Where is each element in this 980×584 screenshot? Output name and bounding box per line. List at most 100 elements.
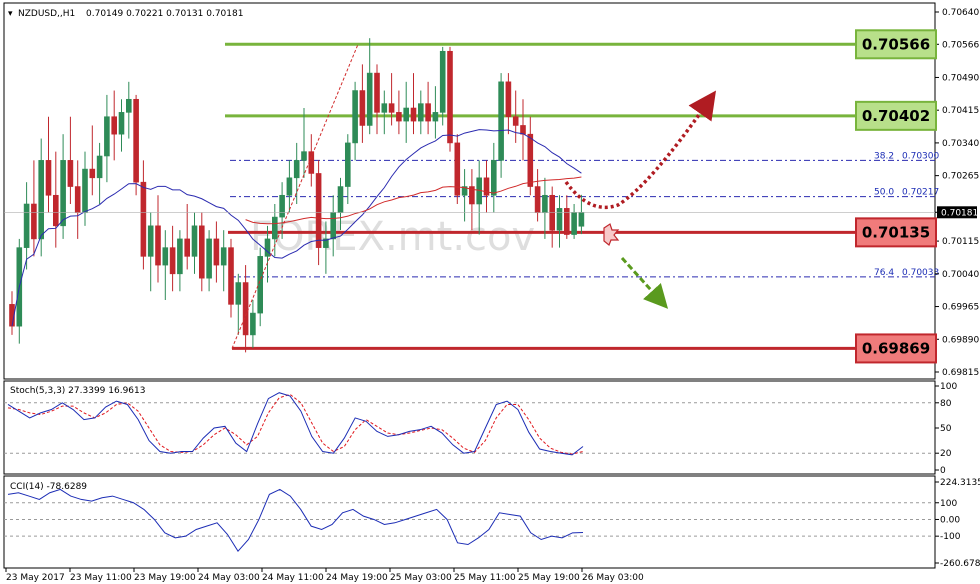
candle-body	[118, 112, 125, 135]
candle-body	[330, 212, 337, 240]
candle-body	[432, 112, 439, 122]
level-tag-text: 0.69869	[862, 339, 930, 357]
candle-body	[366, 72, 373, 126]
candle-body	[96, 155, 103, 179]
candle-body	[520, 125, 526, 135]
candle-body	[315, 173, 322, 248]
candle-body	[111, 116, 117, 135]
candle-body	[23, 203, 30, 248]
level-tag-text: 0.70566	[862, 35, 930, 53]
cci-axis: 224.3135 100 0.00 -100 -260.6785	[935, 478, 980, 569]
candle-body	[286, 177, 293, 196]
candle-body	[490, 160, 497, 196]
candle-body	[104, 116, 110, 157]
candle-body	[155, 225, 161, 266]
candle-body	[381, 103, 388, 113]
time-tick-label: 26 May 03:00	[582, 573, 644, 583]
candle-body	[31, 203, 37, 240]
time-tick-label: 24 May 11:00	[262, 573, 324, 583]
fib-price: 0.70300	[902, 151, 939, 161]
candle-body	[52, 194, 59, 227]
current-price-label: 0.70181	[941, 208, 978, 218]
level-tag-text: 0.70135	[862, 223, 930, 241]
candle-body	[556, 208, 563, 231]
candle-body	[512, 116, 519, 126]
cci-tick-label: -260.6785	[940, 559, 980, 569]
candle-body	[228, 247, 234, 305]
candle-body	[191, 225, 198, 257]
candle-body	[271, 216, 278, 240]
candle-body	[242, 282, 249, 336]
candle-body	[140, 181, 147, 257]
stochastic-axis: 100 80 50 20 0	[935, 382, 957, 476]
fib-pct: 38.2	[874, 151, 894, 161]
price-tick-label: 0.70340	[942, 139, 979, 149]
candle-body	[220, 247, 227, 266]
time-axis: 23 May 2017 23 May 11:00 23 May 19:00 24 Ma…	[5, 568, 644, 583]
price-tick-label: 0.70115	[942, 237, 979, 247]
candle-body	[396, 112, 402, 122]
candle-body	[38, 160, 45, 240]
stoch-tick-label: 0	[940, 466, 946, 476]
price-tick-label: 0.70566	[942, 40, 979, 50]
time-tick-label: 23 May 2017	[6, 573, 65, 583]
candle-body	[89, 168, 96, 179]
fib-price: 0.70033	[902, 268, 939, 278]
candle-body	[344, 142, 351, 187]
candle-body	[439, 50, 446, 113]
candle-body	[184, 238, 190, 257]
candle-body	[388, 103, 395, 113]
symbol-label: NZDUSD,,H1	[18, 9, 75, 19]
candle-body	[293, 160, 300, 179]
time-tick-label: 25 May 19:00	[518, 573, 580, 583]
candle-body	[60, 160, 66, 227]
candle-body	[199, 225, 205, 279]
candle-body	[374, 72, 380, 113]
candle-body	[571, 212, 577, 235]
candle-body	[67, 160, 74, 187]
candle-body	[279, 194, 285, 218]
candle-body	[578, 211, 585, 227]
candle-body	[82, 168, 88, 214]
candle-body	[403, 107, 410, 122]
time-tick-label: 25 May 11:00	[454, 573, 516, 583]
chart-canvas: FOREX.mt.cov ▾ NZDUSD,,H1 0.70149 0.7022…	[3, 2, 980, 583]
price-tick-label: 0.69890	[942, 335, 979, 345]
candle-body	[74, 186, 81, 214]
candle-body	[542, 194, 548, 214]
ohlc-readout: 0.70149 0.70221 0.70131 0.70181	[86, 9, 243, 19]
candle-body	[410, 107, 417, 122]
cci-panel-frame	[3, 475, 936, 569]
stoch-tick-label: 20	[940, 449, 952, 459]
candle-body	[337, 186, 344, 214]
candle-body	[206, 238, 212, 279]
cci-tick-label: 0.00	[940, 515, 960, 525]
stoch-label: Stoch(5,3,3) 27.3399 16.9613	[10, 386, 145, 396]
candle-body	[417, 103, 424, 122]
candle-body	[169, 247, 176, 275]
fib-pct: 76.4	[874, 268, 894, 278]
candle-body	[264, 238, 271, 257]
candle-body	[213, 238, 220, 266]
cci-tick-label: 224.3135	[940, 478, 980, 488]
candle-body	[505, 81, 512, 118]
cci-label: CCI(14) -78.6289	[10, 482, 87, 492]
symbol-arrow-icon[interactable]: ▾	[8, 9, 13, 19]
candle-body	[425, 103, 431, 122]
level-tag-text: 0.70402	[862, 107, 930, 125]
time-tick-label: 25 May 03:00	[390, 573, 452, 583]
price-tick-label: 0.70265	[942, 172, 979, 182]
price-tick-label: 0.69815	[942, 368, 979, 378]
price-tick-label: 0.70490	[942, 73, 979, 83]
candle-body	[133, 98, 139, 183]
candle-body	[534, 186, 541, 214]
candle-body	[301, 151, 307, 161]
time-tick-label: 23 May 11:00	[70, 573, 132, 583]
candle-body	[359, 90, 366, 126]
fib-pct: 50.0	[874, 188, 894, 198]
cci-tick-label: -100	[940, 532, 961, 542]
price-tick-label: 0.70640	[942, 8, 979, 18]
candle-body	[447, 50, 453, 144]
price-tick-label: 0.70040	[942, 270, 979, 280]
candle-body	[257, 256, 264, 314]
